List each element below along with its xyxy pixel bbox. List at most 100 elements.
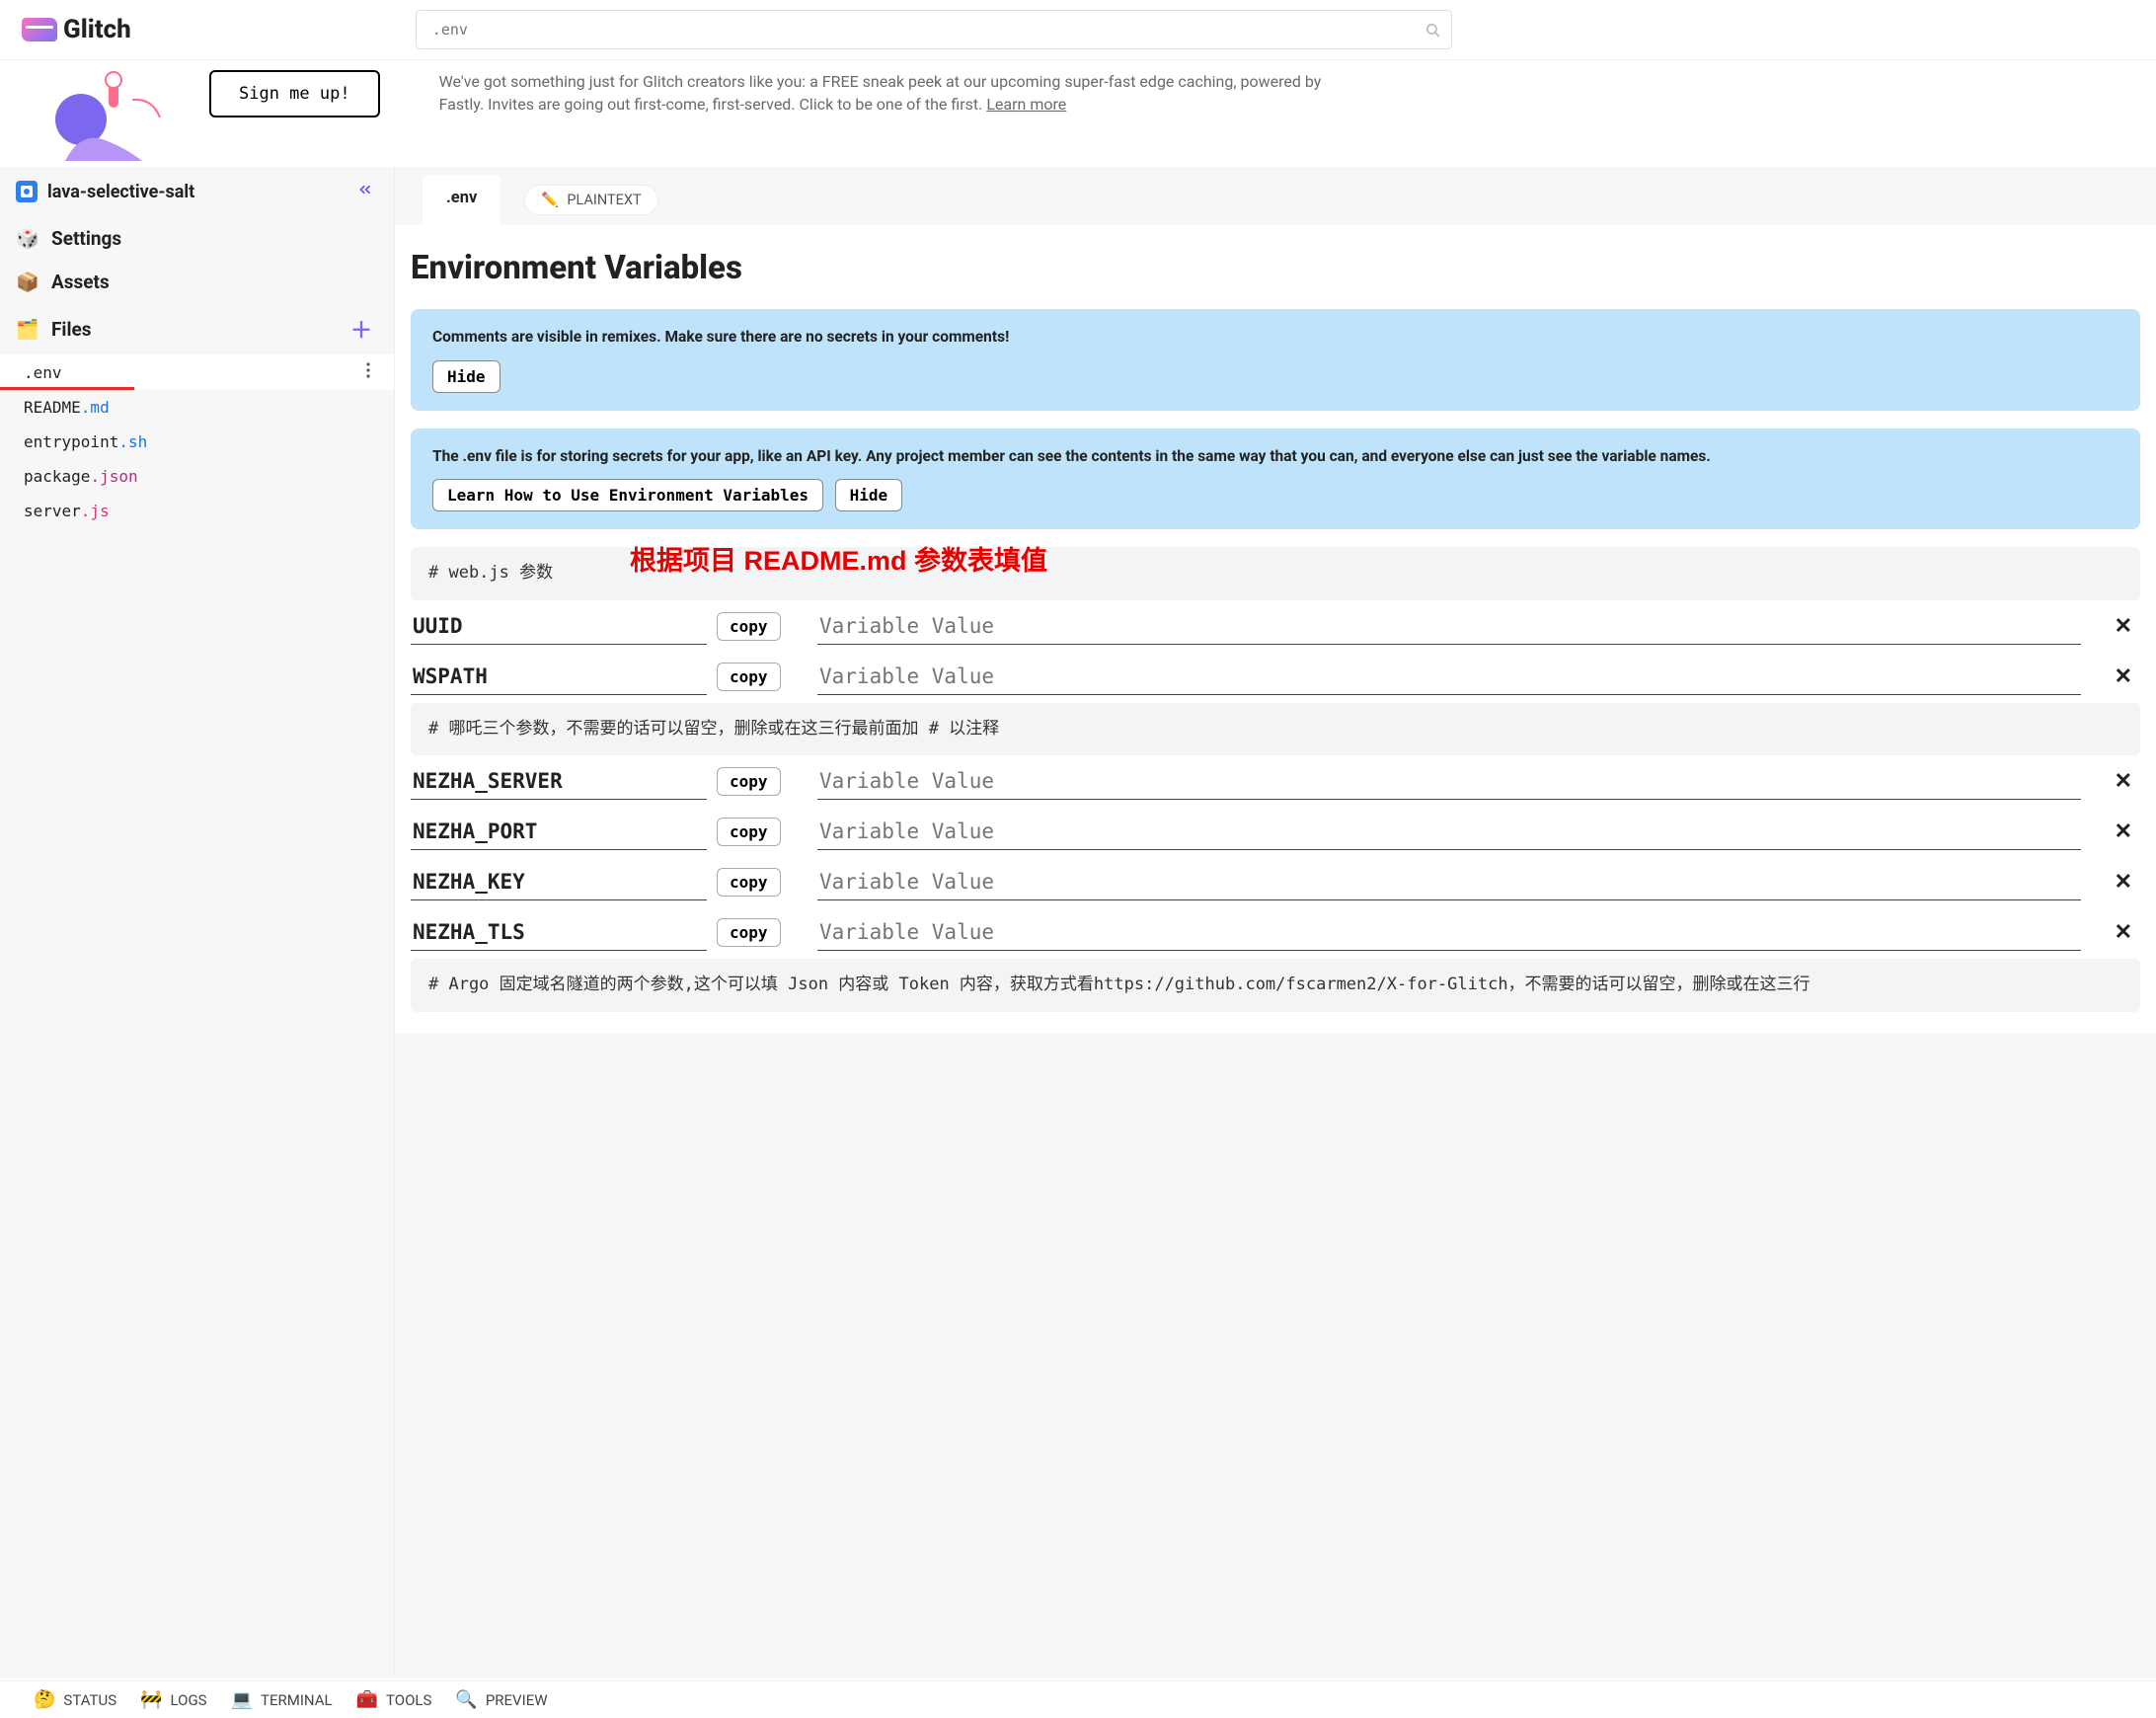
footer-tools[interactable]: 🧰 TOOLS <box>356 1689 432 1710</box>
file-base: entrypoint <box>24 432 118 451</box>
pencil-icon: ✏️ <box>541 192 559 208</box>
copy-button[interactable]: copy <box>717 868 781 897</box>
project-icon <box>16 181 38 202</box>
collapse-sidebar-button[interactable] <box>352 177 378 206</box>
var-name-input[interactable]: NEZHA_KEY <box>411 864 707 900</box>
magnifier-icon: 🔍 <box>455 1689 477 1710</box>
copy-button[interactable]: copy <box>717 767 781 796</box>
file-base: README <box>24 398 81 417</box>
sidebar-item-settings[interactable]: 🎲 Settings <box>0 216 394 260</box>
workspace: lava-selective-salt 🎲 Settings 📦 Assets … <box>0 167 2156 1678</box>
copy-button[interactable]: copy <box>717 663 781 691</box>
learn-more-link[interactable]: Learn more <box>986 95 1066 114</box>
footer-status[interactable]: 🤔 STATUS <box>34 1689 116 1710</box>
var-name-input[interactable]: NEZHA_PORT <box>411 814 707 850</box>
tab-bar: .env ✏️ PLAINTEXT <box>423 167 2156 225</box>
sidebar-item-assets[interactable]: 📦 Assets <box>0 260 394 303</box>
learn-env-button[interactable]: Learn How to Use Environment Variables <box>432 479 823 511</box>
info-text: Comments are visible in remixes. Make su… <box>432 327 2118 349</box>
footer-label: TOOLS <box>386 1691 431 1709</box>
env-content: Environment Variables Comments are visib… <box>395 225 2156 1034</box>
var-value-input[interactable] <box>817 814 2081 849</box>
brand-text: Glitch <box>63 15 131 44</box>
delete-var-button[interactable]: ✕ <box>2107 614 2140 639</box>
copy-button[interactable]: copy <box>717 612 781 641</box>
file-row-package[interactable]: package.json <box>0 459 394 494</box>
var-name-input[interactable]: UUID <box>411 608 707 645</box>
delete-var-button[interactable]: ✕ <box>2107 820 2140 844</box>
var-value-input[interactable] <box>817 864 2081 899</box>
sidebar-item-files[interactable]: 🗂️ Files ＋ <box>0 303 394 354</box>
sidebar: lava-selective-salt 🎲 Settings 📦 Assets … <box>0 167 395 1678</box>
env-var-row: WSPATH copy ✕ <box>403 653 2148 701</box>
var-value-input[interactable] <box>817 659 2081 694</box>
env-var-row: NEZHA_KEY copy ✕ <box>403 858 2148 906</box>
tab-env[interactable]: .env <box>423 175 500 225</box>
add-file-button[interactable]: ＋ <box>345 313 378 345</box>
env-var-row: NEZHA_PORT copy ✕ <box>403 808 2148 856</box>
comment-block: # 哪吒三个参数，不需要的话可以留空，删除或在这三行最前面加 # 以注释 <box>411 703 2140 756</box>
footer-preview[interactable]: 🔍PREVIEW <box>455 1689 547 1710</box>
delete-var-button[interactable]: ✕ <box>2107 664 2140 689</box>
env-var-row: NEZHA_SERVER copy ✕ <box>403 757 2148 806</box>
copy-button[interactable]: copy <box>717 918 781 947</box>
footer-bar: 🤔 STATUS 🚧 LOGS 💻 TERMINAL 🧰 TOOLS 🔍PREVIEW <box>0 1680 2156 1718</box>
delete-var-button[interactable]: ✕ <box>2107 920 2140 945</box>
box-icon: 📦 <box>16 270 39 293</box>
badge-label: PLAINTEXT <box>567 192 641 208</box>
var-value-input[interactable] <box>817 763 2081 799</box>
delete-var-button[interactable]: ✕ <box>2107 769 2140 794</box>
search-box[interactable] <box>416 10 1452 49</box>
var-value-input[interactable] <box>817 914 2081 950</box>
banner-copy: We've got something just for Glitch crea… <box>439 72 1322 114</box>
construction-icon: 🚧 <box>140 1689 162 1710</box>
page-title: Environment Variables <box>403 245 2148 309</box>
footer-label: TERMINAL <box>261 1691 333 1709</box>
glitch-logo[interactable]: Glitch <box>22 15 131 44</box>
var-name-input[interactable]: WSPATH <box>411 659 707 695</box>
env-var-row: UUID copy ✕ <box>403 602 2148 651</box>
var-name-input[interactable]: NEZHA_SERVER <box>411 763 707 800</box>
info-env-secrets: The .env file is for storing secrets for… <box>411 429 2140 530</box>
comment-block: # web.js 参数 <box>411 547 2140 600</box>
search-input[interactable] <box>426 21 1424 39</box>
banner-text: We've got something just for Glitch crea… <box>439 70 1348 116</box>
dots-vertical-icon <box>366 362 370 378</box>
chevron-double-left-icon <box>356 181 374 198</box>
file-ext: .sh <box>118 432 147 451</box>
footer-label: STATUS <box>63 1691 116 1709</box>
file-name: .env <box>24 363 62 382</box>
file-row-server[interactable]: server.js <box>0 494 394 528</box>
sidebar-item-label: Files <box>51 318 92 341</box>
project-header[interactable]: lava-selective-salt <box>0 167 394 216</box>
footer-label: LOGS <box>171 1691 207 1709</box>
var-value-input[interactable] <box>817 608 2081 644</box>
project-name: lava-selective-salt <box>47 182 194 202</box>
gear-icon: 🎲 <box>16 226 39 250</box>
hide-button[interactable]: Hide <box>432 360 500 393</box>
file-type-badge[interactable]: ✏️ PLAINTEXT <box>524 185 657 215</box>
signup-button[interactable]: Sign me up! <box>209 70 380 117</box>
file-row-readme[interactable]: README.md <box>0 390 394 425</box>
tray-icon: 🗂️ <box>16 317 39 341</box>
file-row-entrypoint[interactable]: entrypoint.sh <box>0 425 394 459</box>
copy-button[interactable]: copy <box>717 818 781 846</box>
hide-button[interactable]: Hide <box>835 479 903 511</box>
briefcase-icon: 🧰 <box>356 1689 378 1710</box>
thinking-face-icon: 🤔 <box>34 1689 55 1710</box>
footer-logs[interactable]: 🚧 LOGS <box>140 1689 206 1710</box>
var-name-input[interactable]: NEZHA_TLS <box>411 914 707 951</box>
laptop-icon: 💻 <box>231 1689 253 1710</box>
file-list: .env README.md entrypoint.sh package.jso… <box>0 354 394 528</box>
footer-terminal[interactable]: 💻 TERMINAL <box>231 1689 333 1710</box>
sidebar-item-label: Settings <box>51 227 121 250</box>
file-row-env[interactable]: .env <box>0 354 394 390</box>
search-icon <box>1424 22 1441 39</box>
sidebar-item-label: Assets <box>51 271 110 293</box>
file-ext: .md <box>81 398 110 417</box>
file-menu-button[interactable] <box>362 362 374 382</box>
info-comments-visible: Comments are visible in remixes. Make su… <box>411 309 2140 411</box>
top-bar: Glitch <box>0 0 2156 60</box>
delete-var-button[interactable]: ✕ <box>2107 870 2140 895</box>
env-var-row: NEZHA_TLS copy ✕ <box>403 908 2148 957</box>
